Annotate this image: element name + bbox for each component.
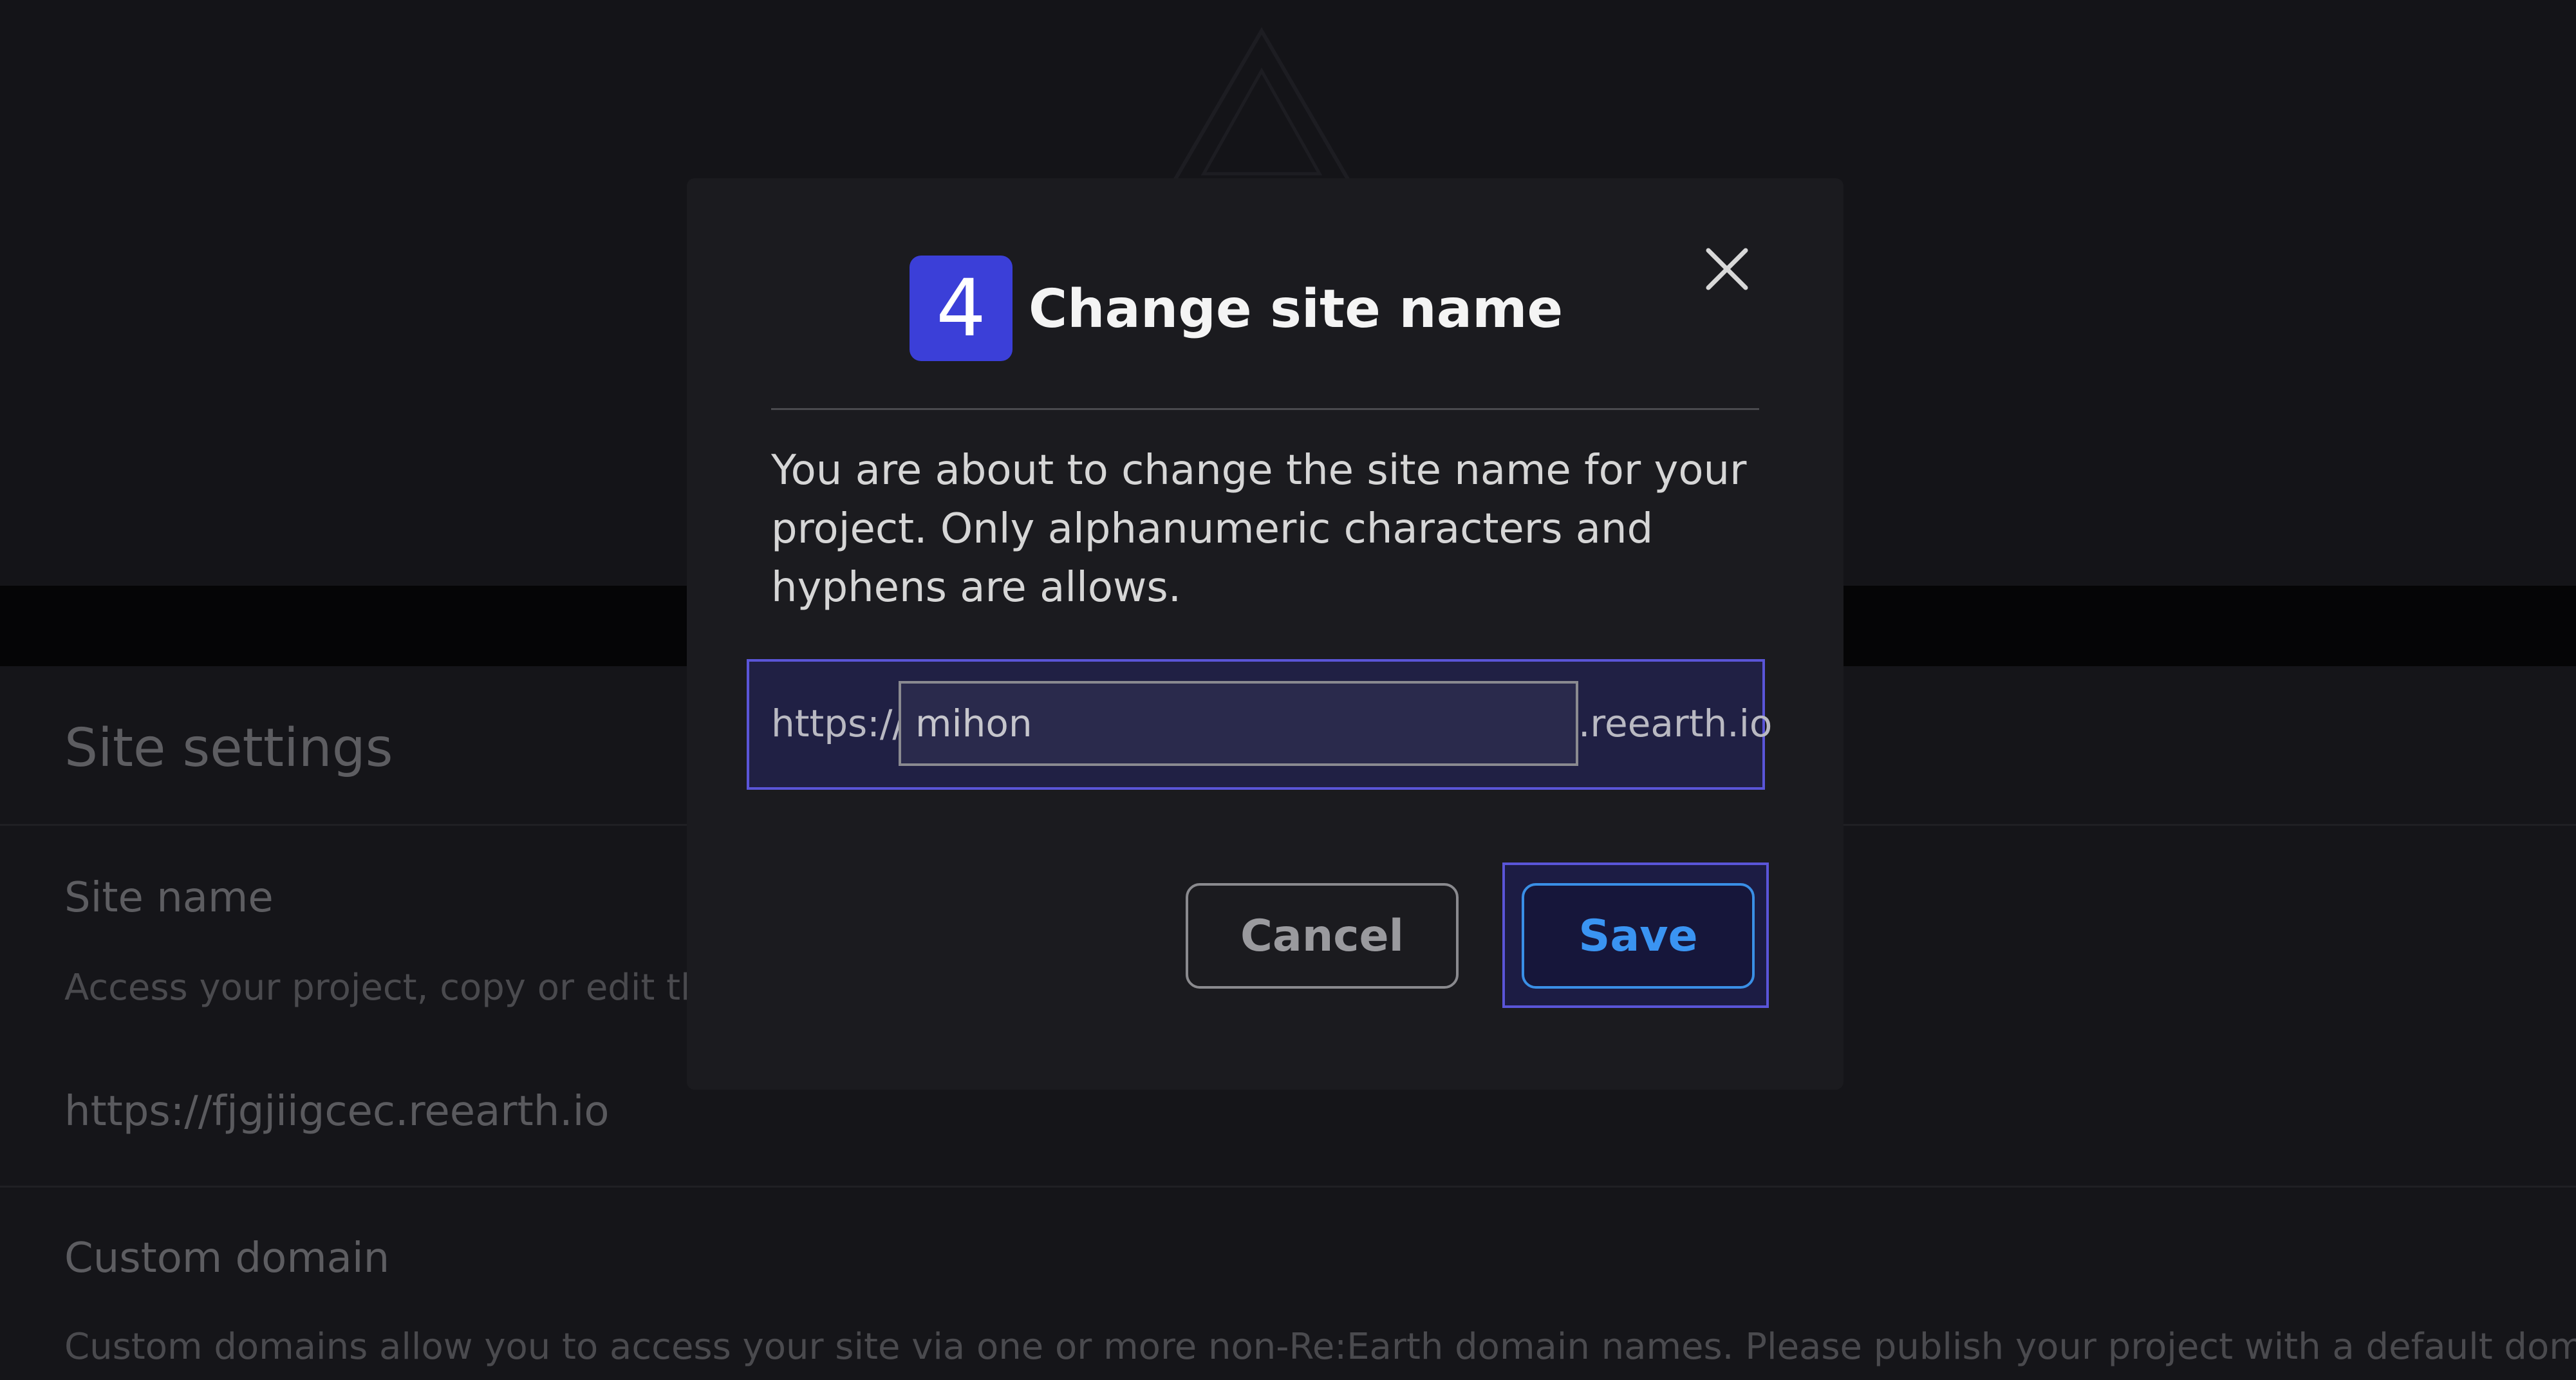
close-icon [1706, 248, 1748, 290]
site-name-input[interactable] [899, 681, 1578, 766]
close-button[interactable] [1699, 241, 1755, 297]
save-button[interactable]: Save [1522, 883, 1755, 989]
url-prefix: https:// [771, 702, 905, 745]
dialog-header-divider [771, 408, 1759, 410]
site-name-divider [0, 1186, 2576, 1188]
site-name-label: Site name [64, 874, 274, 922]
dialog-title: Change site name [1029, 279, 1563, 340]
custom-domain-label: Custom domain [64, 1235, 390, 1282]
site-settings-page: Site settings Site name Access your proj… [0, 0, 2576, 1380]
reearth-logo-icon [1166, 27, 1357, 190]
site-name-description: Access your project, copy or edit the [64, 967, 726, 1009]
url-suffix: .reearth.io [1578, 702, 1773, 745]
cancel-button[interactable]: Cancel [1186, 883, 1459, 989]
step-badge: 4 [910, 256, 1013, 361]
custom-domain-description: Custom domains allow you to access your … [64, 1326, 2576, 1368]
dialog-message: You are about to change the site name fo… [771, 447, 1747, 611]
site-url-link[interactable]: https://fjgjiigcec.reearth.io [64, 1088, 610, 1135]
settings-title: Site settings [64, 718, 393, 779]
